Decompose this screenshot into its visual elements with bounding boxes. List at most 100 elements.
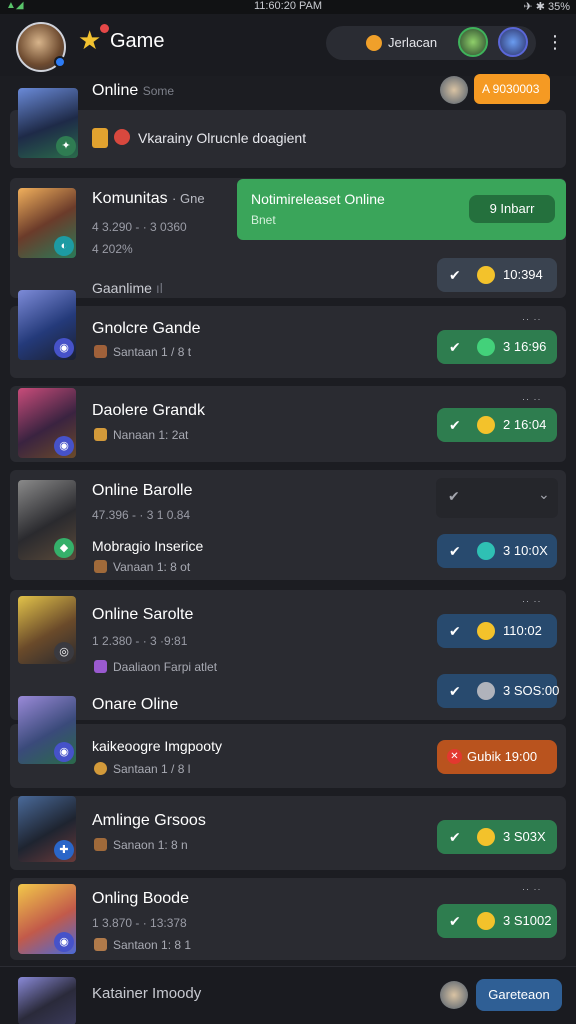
reward-button[interactable]: ✔ 3 SOS:00: [437, 674, 559, 708]
notification-title: Notimireleaset Online: [251, 191, 385, 207]
check-icon: ✔: [449, 339, 461, 355]
gift-icon: [92, 128, 108, 148]
game-title: Gnolcre Gande: [92, 320, 201, 337]
footer-button[interactable]: Gareteaon: [476, 979, 562, 1011]
banner-text: Vkarainy Olrucnle doagient: [138, 130, 307, 146]
check-icon: ✔: [449, 913, 461, 929]
coin-icon: [477, 912, 495, 930]
status-time: 11:60:20 PAM: [253, 0, 323, 12]
app-bar: ★ Game Jerlacan ⋮: [0, 14, 576, 76]
gear-icon: [477, 682, 495, 700]
game-subtitle: Mobragio Inserice: [92, 538, 204, 554]
game-meta: Daaliaon Farpi atlet: [94, 660, 217, 674]
game-art: ◉: [18, 884, 76, 954]
coin-icon: [366, 35, 382, 51]
profile-avatar[interactable]: [16, 22, 66, 72]
gem-icon: [477, 542, 495, 560]
footer-bar: Katainer Imoody Gareteaon: [0, 966, 576, 1024]
check-icon: ✔: [448, 488, 460, 504]
coin-icon: [477, 416, 495, 434]
discord-icon: ◉: [54, 436, 74, 456]
community-stat: 4 3.290 - · 3 0360: [92, 220, 187, 234]
status-bar: ▲◢ 11:60:20 PAM ✈ ✱ 35%: [0, 0, 576, 14]
reward-button[interactable]: ✔ 3 10:0X: [437, 534, 557, 568]
avatar-icon: [94, 345, 107, 358]
check-icon: ✔: [449, 683, 461, 699]
ruby-icon: [114, 129, 130, 145]
reward-button[interactable]: ✔ 3 S1002: [437, 904, 557, 938]
status-right: ✈ ✱ 35%: [523, 1, 570, 13]
collapsed-row[interactable]: ✔ ⌄: [436, 478, 558, 518]
game-meta: Nanaan 1: 2at: [94, 428, 188, 442]
reward-button[interactable]: ✔ 3 16:96: [437, 330, 557, 364]
game-art: ◉: [18, 388, 76, 458]
more-menu-icon[interactable]: ⋮: [546, 32, 564, 53]
reward-button[interactable]: ✔ 3 S03X: [437, 820, 557, 854]
user-avatar[interactable]: [440, 981, 468, 1009]
gem-icon: [477, 338, 495, 356]
notification-toast[interactable]: Notimireleaset Online Bnet 9 Inbarr: [237, 179, 566, 240]
game-stat: 1 3.870 - · 13:378: [92, 916, 187, 930]
avatar-icon: [94, 560, 107, 573]
community-sub: Gaanlime ıl: [92, 280, 163, 296]
game-badge-icon: ✦: [56, 136, 76, 156]
game-title: Onling Boode: [92, 890, 189, 907]
game-title: Daolere Grandk: [92, 402, 205, 419]
game-art: [18, 977, 76, 1024]
reward-button[interactable]: ✔ 10:394: [437, 258, 557, 292]
game-art: ◉: [18, 290, 76, 360]
game-badge-icon: ✚: [54, 840, 74, 860]
game-art: ◉: [18, 696, 76, 764]
account-label: Jerlacan: [388, 35, 438, 50]
more-icon[interactable]: ·· ··: [522, 596, 542, 606]
game-meta: Santaan 1 / 8 t: [94, 345, 191, 359]
footer-title: Katainer Imoody: [92, 985, 202, 1002]
game-meta: Sanaon 1: 8 n: [94, 838, 188, 852]
close-icon: ✕: [447, 749, 462, 764]
game-art: ◐: [18, 188, 76, 258]
avatar-icon: [94, 838, 107, 851]
notification-sub: Bnet: [251, 213, 276, 227]
online-dot: [54, 56, 66, 68]
community-badge-icon: ◐: [54, 236, 74, 256]
game-art: ✚: [18, 796, 76, 862]
game-title: Online Barolle: [92, 482, 193, 499]
chevron-down-icon[interactable]: ⌄: [538, 486, 550, 503]
check-icon: ✔: [449, 267, 461, 283]
game-stat: 47.396 - · 3 1 0.84: [92, 508, 191, 522]
game-badge-icon: ◎: [54, 642, 74, 662]
friend-avatar[interactable]: [498, 27, 528, 57]
coin-icon: [477, 622, 495, 640]
community-stat: 4 202%: [92, 242, 133, 256]
reward-button[interactable]: ✔ 110:02: [437, 614, 557, 648]
reward-button[interactable]: ✔ 2 16:04: [437, 408, 557, 442]
notification-dot: [100, 24, 109, 33]
star-icon: ★: [78, 24, 109, 54]
get-button[interactable]: A 9030003: [474, 74, 550, 104]
more-icon[interactable]: ·· ··: [522, 314, 542, 324]
game-art: ◆: [18, 480, 76, 560]
check-icon: ✔: [449, 417, 461, 433]
account-pill[interactable]: Jerlacan: [326, 26, 536, 60]
avatar-icon: [94, 938, 107, 951]
check-icon: ✔: [449, 623, 461, 639]
game-badge-icon: ◆: [54, 538, 74, 558]
reward-button[interactable]: ✕ Gubik 19:00: [437, 740, 557, 774]
avatar-icon: [94, 762, 107, 775]
discord-icon: ◉: [54, 338, 74, 358]
game-stat: 1 2.380 - · 3 ·9:81: [92, 634, 188, 648]
user-avatar[interactable]: [440, 76, 468, 104]
more-icon[interactable]: ·· ··: [522, 394, 542, 404]
coin-icon: [477, 266, 495, 284]
game-meta: Santaan 1 / 8 l: [94, 762, 190, 776]
avatar-icon: [94, 660, 107, 673]
more-icon[interactable]: ·· ··: [522, 884, 542, 894]
notification-button[interactable]: 9 Inbarr: [469, 195, 555, 223]
friend-avatar[interactable]: [458, 27, 488, 57]
game-art: ✦: [18, 88, 78, 158]
game-meta: Vanaan 1: 8 ot: [94, 560, 190, 574]
app-title: Game: [110, 30, 165, 52]
discord-icon: ◉: [54, 932, 74, 952]
community-title: Komunitas · Gne: [92, 190, 205, 207]
check-icon: ✔: [449, 829, 461, 845]
